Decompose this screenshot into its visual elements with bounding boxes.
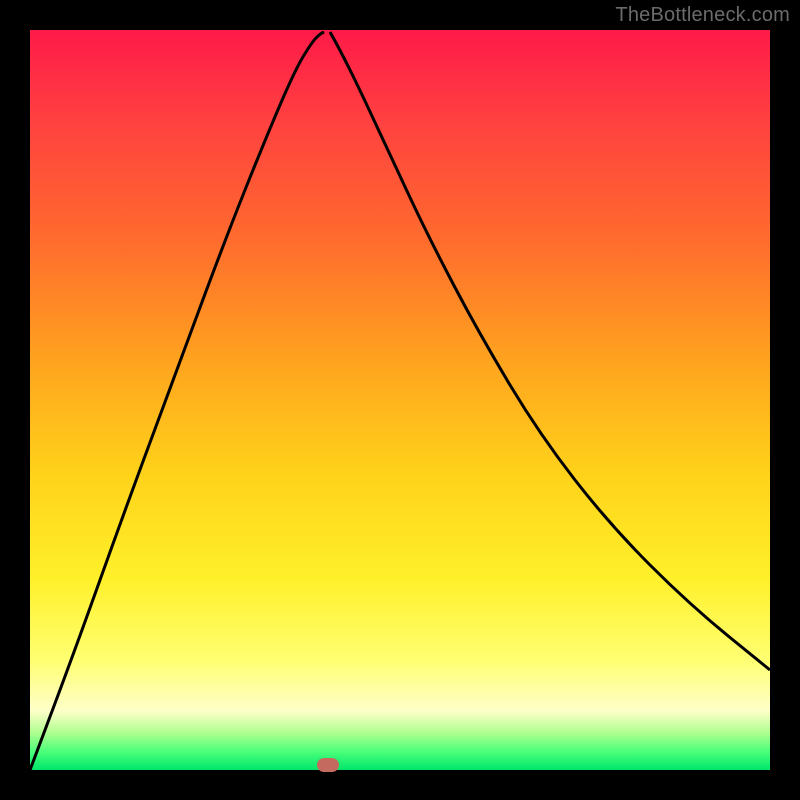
plot-area <box>30 30 770 770</box>
watermark-text: TheBottleneck.com <box>615 4 790 27</box>
bottleneck-curve-right <box>330 32 770 670</box>
bottleneck-curve-left <box>30 32 324 770</box>
curve-layer <box>30 30 770 770</box>
outer-frame: TheBottleneck.com <box>0 0 800 800</box>
bottleneck-marker-icon <box>317 758 339 772</box>
